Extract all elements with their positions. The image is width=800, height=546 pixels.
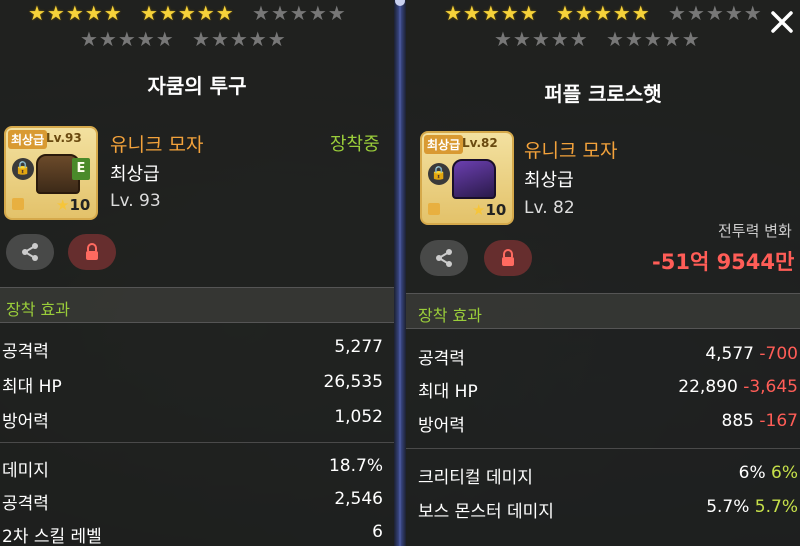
close-icon [771,11,793,33]
star-count: ★10 [472,201,507,219]
stat-row: 최대 HP 26,535 [2,372,383,397]
divider [0,442,394,443]
lock-button[interactable] [68,234,116,270]
stat-row: 보스 몬스터 데미지 5.7% 5.7% [418,497,798,522]
stat-row: 크리티컬 데미지 6% 6% [418,463,798,488]
stat-row: 공격력 4,577 -700 [418,344,798,369]
star-force-row-1: ★★★★★ ★★★★★ ★★★★★ [444,1,763,25]
lock-icon [502,249,514,266]
item-grade: 최상급 [524,170,574,191]
item-grade: 최상급 [110,164,160,185]
star-icon: ★ [56,196,70,214]
compare-item-panel: ★★★★★ ★★★★★ ★★★★★ ★★★★★ ★★★★★ 퍼플 크로스햇 최상… [406,0,800,546]
hat-icon [452,159,496,199]
badge-square [428,203,440,215]
stat-row: 방어력 885 -167 [418,411,798,436]
stat-row: 방어력 1,052 [2,407,383,432]
share-button[interactable] [6,234,54,270]
divider [406,448,800,449]
stat-row: 공격력 5,277 [2,337,383,362]
item-level: Lv. 93 [110,191,161,211]
star-force-row-2: ★★★★★ ★★★★★ [80,27,287,51]
section-header: 장착 효과 [0,287,394,323]
share-button[interactable] [420,240,468,276]
item-type: 유니크 모자 [524,140,618,162]
star-count: ★10 [56,196,91,214]
stat-row: 최대 HP 22,890 -3,645 [418,377,798,402]
close-button[interactable] [768,8,796,36]
lock-icon: 🔒 [428,163,450,185]
equipped-badge: 장착중 [330,134,380,155]
share-icon [22,243,38,261]
badge-square [12,198,24,210]
lock-icon [86,243,98,260]
lock-icon: 🔒 [12,158,34,180]
stat-row: 2차 스킬 레벨 6 [2,522,383,546]
power-change-label: 전투력 변화 [718,222,792,240]
panel-divider [394,0,406,546]
item-icon[interactable]: 최상급 Lv.93 🔒 E ★10 [4,126,98,220]
star-force-row-2: ★★★★★ ★★★★★ [494,27,701,51]
share-icon [436,249,452,267]
item-title: 자쿰의 투구 [147,74,247,98]
star-icon: ★ [472,201,486,219]
lock-button[interactable] [484,240,532,276]
equipped-item-panel: ★★★★★ ★★★★★ ★★★★★ ★★★★★ ★★★★★ 자쿰의 투구 최상급… [0,0,394,546]
section-header: 장착 효과 [406,293,800,329]
item-level: Lv. 82 [524,198,575,218]
stat-row: 공격력 2,546 [2,489,383,514]
item-icon[interactable]: 최상급 Lv.82 🔒 ★10 [420,131,514,225]
item-title: 퍼플 크로스햇 [544,82,662,106]
power-change-value: -51억 9544만 [652,250,795,274]
star-force-row-1: ★★★★★ ★★★★★ ★★★★★ [28,1,347,25]
item-type: 유니크 모자 [110,134,204,156]
stat-row: 데미지 18.7% [2,456,383,481]
